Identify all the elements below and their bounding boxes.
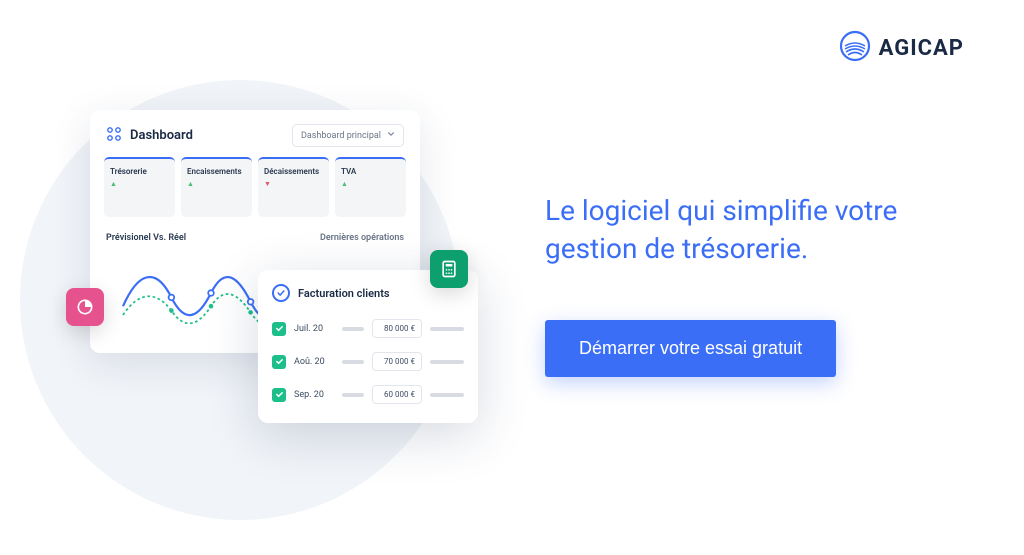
calculator-badge-icon <box>430 250 468 288</box>
checkbox-checked-icon[interactable] <box>272 355 286 369</box>
last-operations-label: Dernières opérations <box>320 233 404 243</box>
dashboard-selector-label: Dashboard principal <box>301 131 381 141</box>
facturation-title: Facturation clients <box>298 287 390 300</box>
facturation-card: Facturation clients Juil. 20 80 000 € Ao… <box>258 270 478 423</box>
tile-indicator: ▲ <box>341 180 400 188</box>
dashboard-subheader: Prévisionel Vs. Réel Dernières opération… <box>90 227 420 243</box>
tile-label: TVA <box>341 167 400 176</box>
start-free-trial-button[interactable]: Démarrer votre essai gratuit <box>545 320 836 377</box>
tile-indicator: ▲ <box>110 180 169 188</box>
dashboard-title: Dashboard <box>130 128 193 143</box>
tile-encaissements[interactable]: Encaissements ▲ <box>181 157 252 217</box>
placeholder-bar <box>342 327 364 331</box>
tile-label: Trésorerie <box>110 167 169 176</box>
brand: AGICAP <box>839 30 964 66</box>
hero-headline: Le logiciel qui simplifie votre gestion … <box>545 192 965 268</box>
facturation-month: Juil. 20 <box>294 324 334 334</box>
tile-indicator: ▲ <box>187 180 246 188</box>
placeholder-bar <box>430 393 464 397</box>
dashboard-header: Dashboard Dashboard principal <box>90 110 420 157</box>
placeholder-bar <box>342 360 364 364</box>
dashboard-title-wrap: Dashboard <box>106 126 193 146</box>
forecast-vs-actual-label: Prévisionel Vs. Réel <box>106 233 186 243</box>
tile-tresorerie[interactable]: Trésorerie ▲ <box>104 157 175 217</box>
tile-tva[interactable]: TVA ▲ <box>335 157 406 217</box>
dashboard-selector[interactable]: Dashboard principal <box>292 124 404 147</box>
facturation-month: Sep. 20 <box>294 390 334 400</box>
checkbox-checked-icon[interactable] <box>272 388 286 402</box>
facturation-row: Juil. 20 80 000 € <box>258 312 478 345</box>
grid-icon <box>106 126 122 146</box>
tile-label: Décaissements <box>264 167 323 176</box>
pie-chart-badge-icon <box>66 288 104 326</box>
facturation-month: Aoû. 20 <box>294 357 334 367</box>
facturation-amount[interactable]: 70 000 € <box>372 352 422 371</box>
placeholder-bar <box>430 327 464 331</box>
chevron-down-icon <box>387 130 395 141</box>
placeholder-bar <box>342 393 364 397</box>
brand-logo-icon <box>839 30 871 66</box>
placeholder-bar <box>430 360 464 364</box>
tile-decaissements[interactable]: Décaissements ▼ <box>258 157 329 217</box>
dashboard-tiles: Trésorerie ▲ Encaissements ▲ Décaissemen… <box>90 157 420 227</box>
tile-label: Encaissements <box>187 167 246 176</box>
tile-indicator: ▼ <box>264 180 323 188</box>
brand-name: AGICAP <box>879 36 964 61</box>
check-circle-icon <box>272 284 290 302</box>
facturation-amount[interactable]: 80 000 € <box>372 319 422 338</box>
facturation-amount[interactable]: 60 000 € <box>372 385 422 404</box>
facturation-row: Sep. 20 60 000 € <box>258 378 478 411</box>
facturation-row: Aoû. 20 70 000 € <box>258 345 478 378</box>
checkbox-checked-icon[interactable] <box>272 322 286 336</box>
